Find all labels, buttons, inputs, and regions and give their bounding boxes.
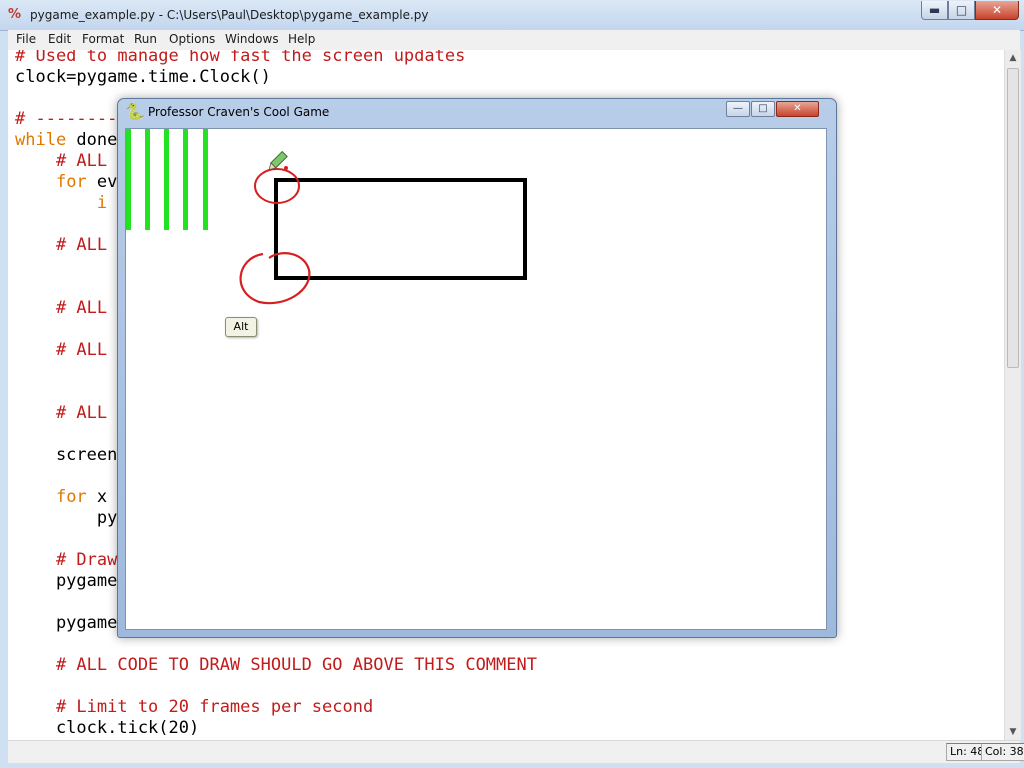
code-line: # Limit to 20 frames per second [15, 697, 374, 717]
menu-format[interactable]: Format [82, 32, 124, 46]
cursor-dot [284, 166, 288, 170]
status-column-number: Col: 38 [981, 743, 1024, 761]
code-line: pygame [15, 571, 118, 591]
red-annotation-circle-top [254, 168, 300, 204]
menu-options[interactable]: Options [169, 32, 215, 46]
code-line: # -------- [15, 109, 118, 129]
game-close-button[interactable]: ✕ [776, 101, 819, 117]
menu-run[interactable]: Run [134, 32, 157, 46]
code-line: # ALL [15, 151, 108, 171]
code-line: py [15, 508, 118, 528]
idle-app-icon: % [8, 7, 22, 22]
code-line: # ALL CODE TO DRAW SHOULD GO ABOVE THIS … [15, 655, 537, 675]
annotation-overlay [239, 150, 311, 305]
code-line: # Used to manage how fast the screen upd… [15, 50, 466, 66]
code-line: clock.tick(20) [15, 718, 200, 738]
code-line: i [15, 193, 108, 213]
code-line: # ALL [15, 340, 108, 360]
scroll-down-arrow-icon[interactable]: ▼ [1005, 724, 1021, 740]
code-line: # ALL [15, 235, 108, 255]
code-line: screen [15, 445, 118, 465]
status-bar: Ln: 48 Col: 38 [8, 740, 1024, 763]
editor-close-button[interactable]: ✕ [975, 1, 1019, 20]
menu-help[interactable]: Help [288, 32, 315, 46]
menu-edit[interactable]: Edit [48, 32, 71, 46]
game-window-title: Professor Craven's Cool Game [148, 105, 330, 119]
editor-window-title: pygame_example.py - C:\Users\Paul\Deskto… [30, 8, 429, 22]
code-line: for x [55, 487, 108, 507]
pygame-window[interactable]: 🐍 Professor Craven's Cool Game — □ ✕ Alt [117, 98, 837, 638]
code-line: for ev [55, 172, 118, 192]
scroll-up-arrow-icon[interactable]: ▲ [1005, 50, 1021, 66]
code-line: clock=pygame.time.Clock() [15, 67, 271, 87]
code-line: pygame [15, 613, 118, 633]
code-line: # Draw [15, 550, 118, 570]
alt-key-tooltip: Alt [225, 317, 257, 337]
game-maximize-button[interactable]: □ [751, 101, 775, 117]
editor-minimize-button[interactable]: ▬ [921, 1, 948, 20]
menu-file[interactable]: File [16, 32, 36, 46]
game-canvas[interactable]: Alt [125, 128, 827, 630]
menu-bar: File Edit Format Run Options Windows Hel… [8, 30, 1020, 51]
scrollbar-thumb[interactable] [1007, 68, 1019, 368]
code-line: # ALL [15, 298, 108, 318]
game-minimize-button[interactable]: — [726, 101, 750, 117]
red-annotation-circle-bottom [239, 252, 311, 305]
snake-icon: 🐍 [125, 102, 145, 121]
code-line: while done [15, 130, 118, 150]
game-titlebar[interactable]: 🐍 Professor Craven's Cool Game — □ ✕ [118, 99, 836, 126]
code-line: # ALL [15, 403, 108, 423]
vertical-scrollbar[interactable]: ▲ ▼ [1004, 50, 1021, 740]
editor-titlebar[interactable]: % pygame_example.py - C:\Users\Paul\Desk… [0, 0, 1024, 31]
menu-windows[interactable]: Windows [225, 32, 279, 46]
editor-maximize-button[interactable]: □ [948, 1, 975, 20]
